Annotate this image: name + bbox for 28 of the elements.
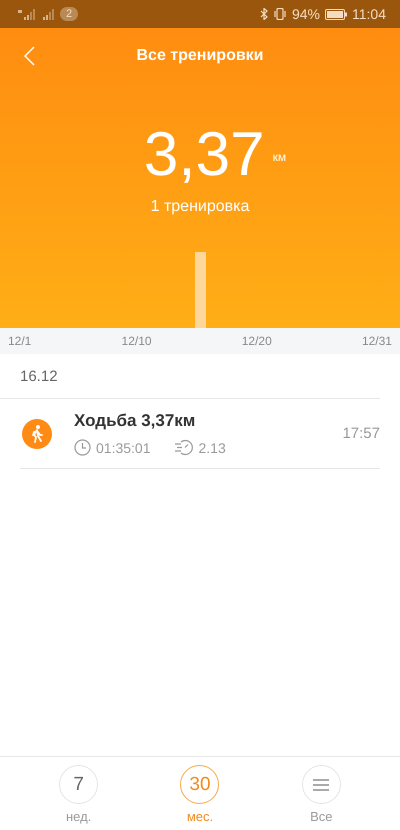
workout-count: 1 тренировка	[150, 198, 250, 216]
vibrate-icon	[272, 8, 287, 20]
menu-icon	[313, 778, 330, 790]
workout-row[interactable]: Ходьба 3,37км 01:35:01 2.13 17:57	[20, 399, 380, 469]
back-icon[interactable]	[24, 46, 36, 66]
axis-label: 12/20	[242, 334, 272, 348]
axis-label: 12/10	[122, 334, 152, 348]
clock-icon	[74, 439, 91, 456]
bluetooth-icon	[260, 8, 268, 20]
date-heading: 16.12	[0, 354, 380, 399]
battery-percent: 94%	[292, 6, 320, 22]
total-distance: 3,37	[144, 124, 265, 186]
battery-icon	[325, 8, 347, 20]
period-tab[interactable]: 7 нед.	[48, 757, 109, 830]
workout-pace: 2.13	[198, 440, 226, 456]
axis-label: 12/1	[8, 334, 32, 348]
walking-icon	[22, 418, 52, 448]
axis-label: 12/31	[362, 334, 392, 348]
distance-unit: км	[272, 150, 286, 164]
workout-duration: 01:35:01	[96, 440, 150, 456]
workout-time: 17:57	[342, 425, 380, 442]
workout-title: Ходьба 3,37км	[74, 411, 196, 431]
signal-icon	[41, 8, 55, 20]
clock-time: 11:04	[352, 6, 386, 22]
notification-count: 2	[60, 7, 78, 21]
signal-icon	[18, 8, 36, 20]
page-title: Все тренировки	[136, 47, 264, 65]
speedometer-icon	[174, 439, 194, 456]
